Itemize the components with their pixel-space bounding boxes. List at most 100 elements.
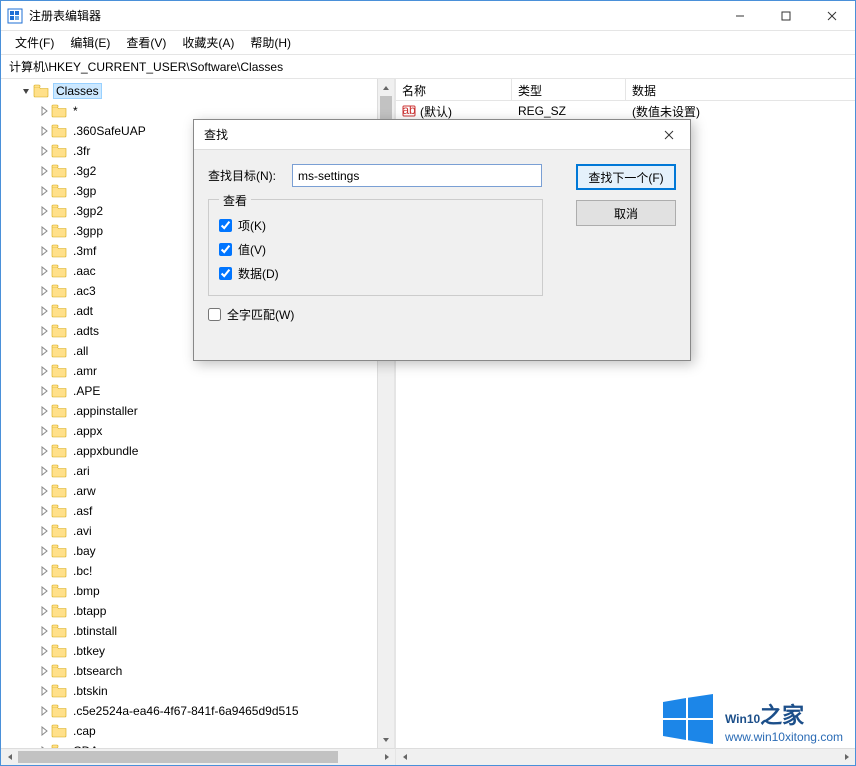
- caret-icon[interactable]: [37, 246, 51, 256]
- value-row[interactable]: ab (默认) REG_SZ (数值未设置): [396, 101, 855, 121]
- caret-icon[interactable]: [37, 606, 51, 616]
- tree-node[interactable]: .btkey: [1, 641, 394, 661]
- tree-node[interactable]: .APE: [1, 381, 394, 401]
- app-icon: [7, 8, 23, 24]
- address-bar[interactable]: 计算机\HKEY_CURRENT_USER\Software\Classes: [1, 55, 855, 79]
- caret-icon[interactable]: [37, 406, 51, 416]
- tree-node[interactable]: .c5e2524a-ea46-4f67-841f-6a9465d9d515: [1, 701, 394, 721]
- caret-icon[interactable]: [19, 86, 33, 96]
- scroll-up-icon[interactable]: [378, 79, 394, 96]
- caret-icon[interactable]: [37, 126, 51, 136]
- close-button[interactable]: [809, 1, 855, 31]
- caret-icon[interactable]: [37, 666, 51, 676]
- dialog-body: 查找目标(N): 查看 项(K) 值(V) 数据(D) 全字匹配(W) 查找下一…: [194, 150, 690, 360]
- caret-icon[interactable]: [37, 586, 51, 596]
- caret-icon[interactable]: [37, 306, 51, 316]
- folder-icon: [51, 144, 67, 158]
- tree-node[interactable]: .ari: [1, 461, 394, 481]
- caret-icon[interactable]: [37, 266, 51, 276]
- check-values[interactable]: [219, 243, 232, 256]
- scroll-left-icon[interactable]: [1, 749, 18, 765]
- scroll-track-h[interactable]: [18, 749, 378, 765]
- scroll-track-h[interactable]: [413, 749, 838, 765]
- menu-help[interactable]: 帮助(H): [242, 31, 299, 54]
- find-next-button[interactable]: 查找下一个(F): [576, 164, 676, 190]
- caret-icon[interactable]: [37, 746, 51, 748]
- caret-icon[interactable]: [37, 426, 51, 436]
- caret-icon[interactable]: [37, 186, 51, 196]
- tree-node[interactable]: .btsearch: [1, 661, 394, 681]
- tree-node[interactable]: *: [1, 101, 394, 121]
- tree-node[interactable]: .amr: [1, 361, 394, 381]
- caret-icon[interactable]: [37, 366, 51, 376]
- maximize-button[interactable]: [763, 1, 809, 31]
- caret-icon[interactable]: [37, 206, 51, 216]
- caret-icon[interactable]: [37, 386, 51, 396]
- value-data-cell: (数值未设置): [626, 103, 706, 120]
- scroll-right-icon[interactable]: [378, 749, 395, 765]
- folder-icon: [51, 464, 67, 478]
- caret-icon[interactable]: [37, 326, 51, 336]
- caret-icon[interactable]: [37, 686, 51, 696]
- caret-icon[interactable]: [37, 446, 51, 456]
- scroll-thumb-h[interactable]: [18, 751, 338, 763]
- horizontal-scrollbars: [1, 748, 855, 765]
- check-whole-word[interactable]: [208, 308, 221, 321]
- caret-icon[interactable]: [37, 546, 51, 556]
- tree-node[interactable]: .appinstaller: [1, 401, 394, 421]
- dialog-close-button[interactable]: [648, 120, 690, 150]
- lookat-fieldset: 查看 项(K) 值(V) 数据(D): [208, 199, 543, 296]
- caret-icon[interactable]: [37, 466, 51, 476]
- scroll-right-icon[interactable]: [838, 749, 855, 765]
- tree-node-selected[interactable]: Classes: [1, 81, 394, 101]
- tree-node[interactable]: .cap: [1, 721, 394, 741]
- find-target-input[interactable]: [292, 164, 542, 187]
- caret-icon[interactable]: [37, 286, 51, 296]
- check-data[interactable]: [219, 267, 232, 280]
- tree-scrollbar-horizontal[interactable]: [1, 748, 395, 765]
- menu-view[interactable]: 查看(V): [118, 31, 174, 54]
- caret-icon[interactable]: [37, 226, 51, 236]
- tree-node[interactable]: .bmp: [1, 581, 394, 601]
- tree-node[interactable]: CDA: [1, 741, 394, 748]
- tree-node[interactable]: .btinstall: [1, 621, 394, 641]
- caret-icon[interactable]: [37, 646, 51, 656]
- caret-icon[interactable]: [37, 146, 51, 156]
- tree-node-label: .appinstaller: [71, 403, 140, 419]
- caret-icon[interactable]: [37, 626, 51, 636]
- menu-file[interactable]: 文件(F): [7, 31, 62, 54]
- caret-icon[interactable]: [37, 706, 51, 716]
- caret-icon[interactable]: [37, 166, 51, 176]
- values-scrollbar-horizontal[interactable]: [395, 748, 855, 765]
- tree-node[interactable]: .appx: [1, 421, 394, 441]
- tree-node[interactable]: .btskin: [1, 681, 394, 701]
- folder-icon: [51, 324, 67, 338]
- caret-icon[interactable]: [37, 486, 51, 496]
- column-data[interactable]: 数据: [626, 79, 855, 100]
- tree-node[interactable]: .appxbundle: [1, 441, 394, 461]
- tree-node-label: .appx: [71, 423, 104, 439]
- tree-node-label: .cap: [71, 723, 98, 739]
- check-keys[interactable]: [219, 219, 232, 232]
- caret-icon[interactable]: [37, 106, 51, 116]
- caret-icon[interactable]: [37, 566, 51, 576]
- caret-icon[interactable]: [37, 506, 51, 516]
- column-type[interactable]: 类型: [512, 79, 626, 100]
- tree-node[interactable]: .bay: [1, 541, 394, 561]
- tree-node[interactable]: .asf: [1, 501, 394, 521]
- cancel-button[interactable]: 取消: [576, 200, 676, 226]
- tree-node[interactable]: .avi: [1, 521, 394, 541]
- scroll-down-icon[interactable]: [378, 731, 394, 748]
- tree-node[interactable]: .btapp: [1, 601, 394, 621]
- menu-edit[interactable]: 编辑(E): [62, 31, 118, 54]
- menu-favorites[interactable]: 收藏夹(A): [174, 31, 242, 54]
- caret-icon[interactable]: [37, 346, 51, 356]
- scroll-left-icon[interactable]: [396, 749, 413, 765]
- caret-icon[interactable]: [37, 526, 51, 536]
- tree-node-label: .c5e2524a-ea46-4f67-841f-6a9465d9d515: [71, 703, 301, 719]
- tree-node[interactable]: .bc!: [1, 561, 394, 581]
- caret-icon[interactable]: [37, 726, 51, 736]
- column-name[interactable]: 名称: [396, 79, 512, 100]
- minimize-button[interactable]: [717, 1, 763, 31]
- tree-node[interactable]: .arw: [1, 481, 394, 501]
